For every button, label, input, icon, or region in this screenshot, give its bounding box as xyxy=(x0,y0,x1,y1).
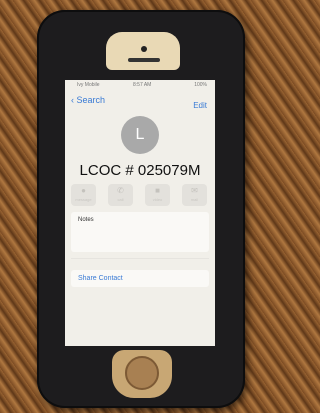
phone-screen: Ivy Mobile 8:57 AM 100% ‹ Search Edit L … xyxy=(65,80,215,346)
divider xyxy=(71,258,209,259)
action-label: mail xyxy=(190,197,199,202)
mail-button[interactable]: ✉ mail xyxy=(182,184,207,206)
home-button-cutout xyxy=(112,350,172,398)
status-bar: Ivy Mobile 8:57 AM 100% xyxy=(65,80,215,90)
video-button[interactable]: ■ video xyxy=(145,184,170,206)
contact-name: LCOC # 025079M xyxy=(79,162,201,179)
battery-level: 100% xyxy=(194,82,207,88)
back-button[interactable]: ‹ Search xyxy=(71,95,105,105)
video-icon: ■ xyxy=(155,186,160,195)
action-row: ● message ✆ call ■ video ✉ mail xyxy=(71,184,209,206)
notes-field[interactable]: Notes xyxy=(71,212,209,252)
share-contact-label: Share Contact xyxy=(78,275,123,282)
earpiece-slot xyxy=(128,58,160,62)
call-button[interactable]: ✆ call xyxy=(108,184,133,206)
chevron-left-icon: ‹ xyxy=(71,95,74,105)
front-camera-icon xyxy=(141,46,147,52)
avatar: L xyxy=(121,116,159,154)
action-label: video xyxy=(152,197,163,202)
home-button[interactable] xyxy=(125,356,159,390)
message-icon: ● xyxy=(81,186,86,195)
share-contact-button[interactable]: Share Contact xyxy=(71,270,209,287)
notes-label: Notes xyxy=(78,217,94,223)
action-label: message xyxy=(75,197,92,202)
edit-button[interactable]: Edit xyxy=(193,101,207,110)
message-button[interactable]: ● message xyxy=(71,184,96,206)
phone-icon: ✆ xyxy=(117,186,124,195)
status-time: 8:57 AM xyxy=(133,82,152,88)
mail-icon: ✉ xyxy=(191,186,198,195)
speaker-cutout xyxy=(106,32,180,70)
back-label: Search xyxy=(76,95,106,105)
action-label: call xyxy=(117,197,124,202)
carrier-label: Ivy Mobile xyxy=(77,82,100,88)
